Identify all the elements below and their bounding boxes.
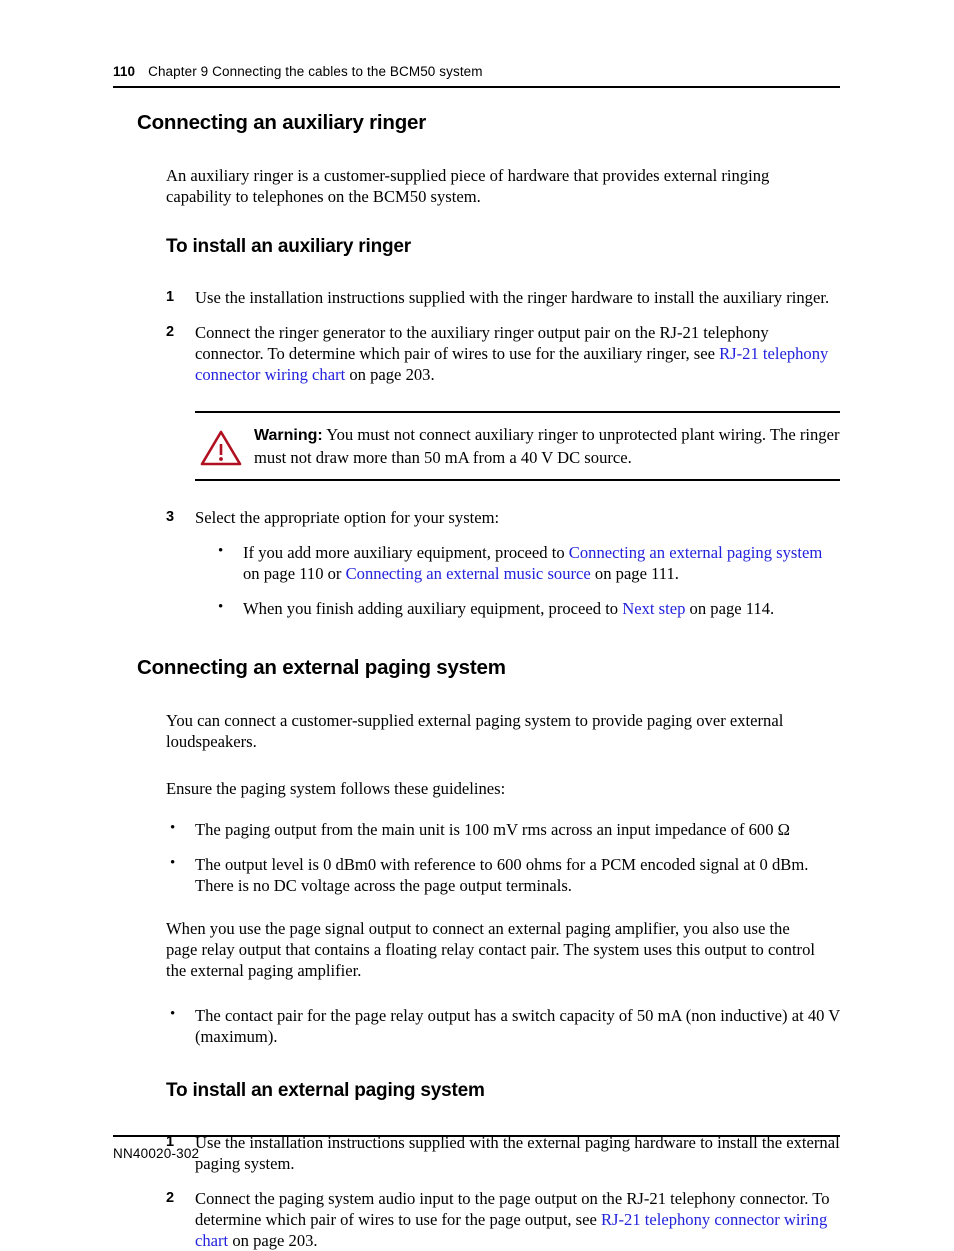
bullet-glyph: • [218, 599, 224, 616]
link-connecting-an-external-paging-system[interactable]: Connecting an external paging system [569, 543, 822, 562]
list-item-text: The paging output from the main unit is … [195, 819, 791, 839]
warning-admonition: Warning: You must not connect auxiliary … [195, 411, 840, 482]
warning-text: Warning: You must not connect auxiliary … [254, 424, 840, 468]
footer-document-code: NN40020-302 [113, 1146, 200, 1161]
list-item: • When you finish adding auxiliary equip… [214, 598, 841, 619]
paragraph-guidelines-lead: Ensure the paging system follows these g… [166, 778, 506, 798]
step-text-part: on page 203. [345, 365, 435, 385]
heading-connecting-an-external-paging-system: Connecting an external paging system [137, 656, 506, 680]
list-item: • The paging output from the main unit i… [166, 819, 841, 840]
document-page: 110 Chapter 9 Connecting the cables to th… [0, 0, 954, 1250]
step-number: 2 [166, 1189, 175, 1206]
list-item: • The contact pair for the page relay ou… [166, 1005, 841, 1047]
page-number: 110 [113, 64, 136, 79]
heading-connecting-an-auxiliary-ringer: Connecting an auxiliary ringer [137, 111, 427, 134]
chapter-title: Chapter 9 Connecting the cables to the B… [148, 64, 483, 79]
list-item-text-part: on page 110 or [243, 564, 346, 584]
running-header: 110 Chapter 9 Connecting the cables to th… [113, 64, 840, 79]
step-item: 2 Connect the paging system audio input … [166, 1188, 841, 1251]
warning-body: You must not connect auxiliary ringer to… [254, 425, 840, 467]
bullet-glyph: • [170, 819, 176, 836]
warning-label: Warning: [254, 427, 323, 445]
step-text-part: on page 203. [228, 1230, 318, 1250]
list-item-text-part: on page 114. [685, 599, 775, 619]
bullet-glyph: • [218, 543, 224, 560]
link-connecting-an-external-music-source[interactable]: Connecting an external music source [346, 564, 591, 583]
footer-rule [113, 1135, 840, 1137]
step-item: 3 Select the appropriate option for your… [166, 507, 841, 528]
list-item: • If you add more auxiliary equipment, p… [214, 542, 841, 584]
list-item-text: The output level is 0 dBm0 with referenc… [195, 854, 809, 895]
step-item: 1 Use the installation instructions supp… [166, 287, 841, 308]
bullet-glyph: • [170, 854, 176, 871]
step-text: Use the installation instructions suppli… [195, 1132, 840, 1173]
list-item-text-part: on page 111. [590, 564, 679, 584]
paragraph-paging-intro: You can connect a customer-supplied exte… [166, 710, 784, 751]
bullet-glyph: • [170, 1005, 176, 1022]
list-item-text: The contact pair for the page relay outp… [195, 1005, 840, 1046]
list-item: • The output level is 0 dBm0 with refere… [166, 854, 841, 896]
paragraph-page-relay-output: When you use the page signal output to c… [166, 918, 815, 980]
page-content: Connecting an auxiliary ringer An auxili… [0, 111, 954, 1251]
list-item-text-part: If you add more auxiliary equipment, pro… [243, 543, 569, 563]
step-number: 2 [166, 324, 175, 341]
heading-to-install-an-external-paging-system: To install an external paging system [166, 1079, 485, 1101]
step-text-part: Connect the ringer generator to the auxi… [195, 323, 769, 364]
step-text: Use the installation instructions suppli… [195, 288, 830, 308]
step-item: 1 Use the installation instructions supp… [166, 1132, 841, 1174]
step-number: 1 [166, 289, 175, 306]
header-rule [113, 86, 840, 88]
step-item: 2 Connect the ringer generator to the au… [166, 322, 841, 385]
step-text: Select the appropriate option for your s… [195, 508, 500, 528]
link-next-step[interactable]: Next step [622, 599, 685, 618]
list-item-text-part: When you finish adding auxiliary equipme… [243, 599, 623, 619]
warning-triangle-icon [199, 428, 243, 468]
step-number: 3 [166, 509, 175, 526]
heading-to-install-an-auxiliary-ringer: To install an auxiliary ringer [166, 235, 411, 257]
paragraph-aux-ringer-intro: An auxiliary ringer is a customer-suppli… [166, 165, 770, 206]
